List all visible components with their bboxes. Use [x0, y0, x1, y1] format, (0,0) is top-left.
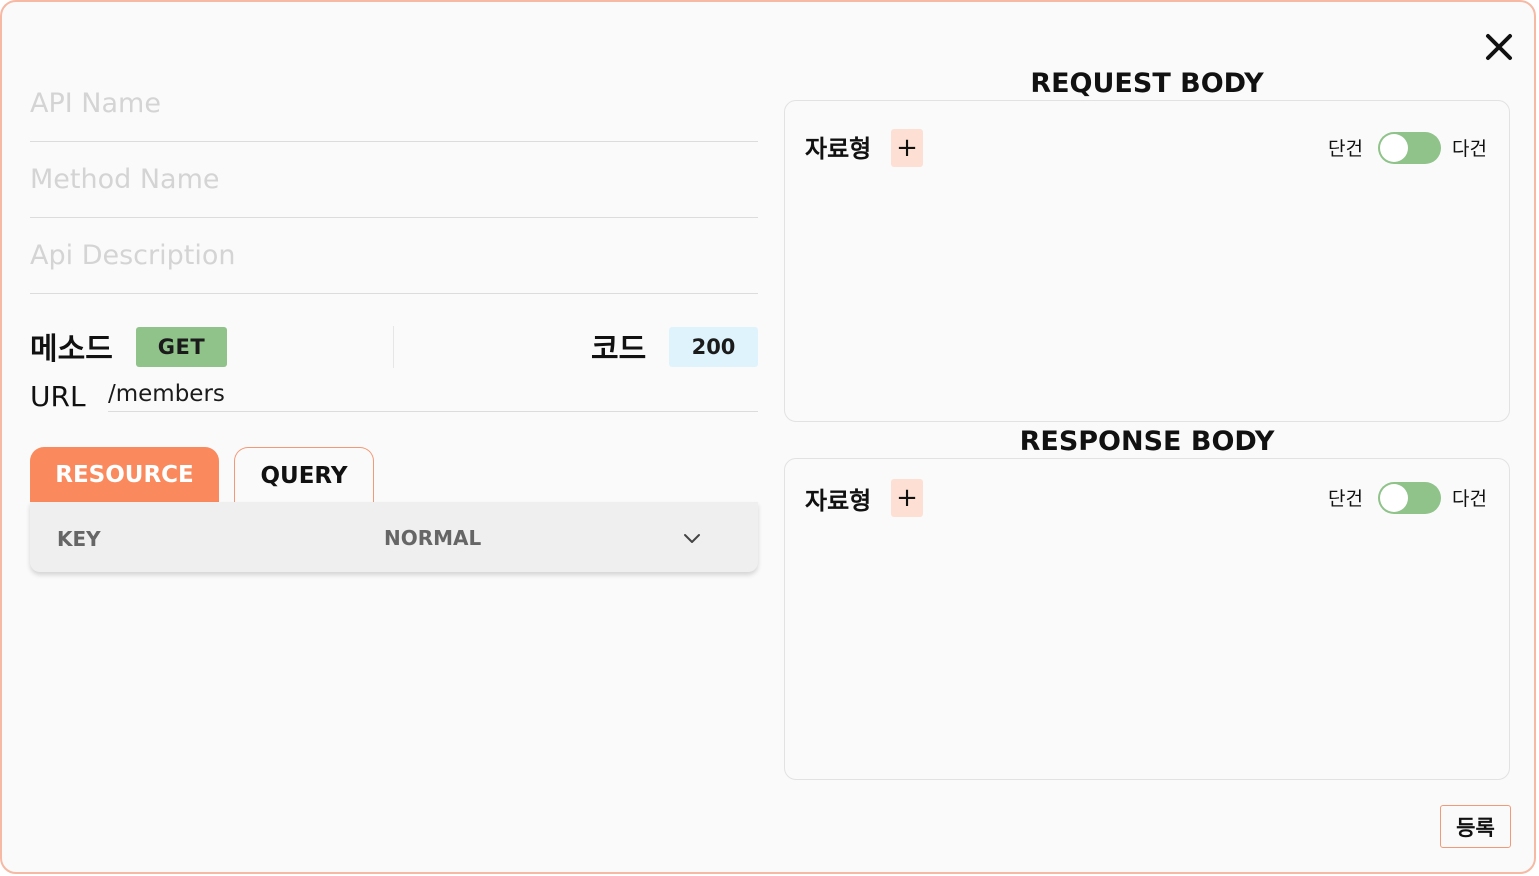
url-field — [108, 378, 758, 412]
submit-button[interactable]: 등록 — [1440, 805, 1511, 848]
toggle-knob — [1380, 134, 1408, 162]
request-toggle-multi-label: 다건 — [1452, 138, 1487, 160]
api-modal: 메소드 GET 코드 200 URL RESOURCE QUERY KEY NO… — [0, 0, 1536, 874]
request-toggle-single-label: 단건 — [1328, 138, 1363, 160]
method-badge[interactable]: GET — [136, 327, 227, 367]
response-body-panel: 자료형 + 단건 다건 — [784, 458, 1510, 780]
tab-resource[interactable]: RESOURCE — [30, 447, 219, 503]
close-button[interactable] — [1482, 30, 1516, 64]
response-toggle-single-label: 단건 — [1328, 488, 1363, 510]
url-label: URL — [30, 380, 86, 413]
toggle-knob — [1380, 484, 1408, 512]
request-body-panel: 자료형 + 단건 다건 — [784, 100, 1510, 422]
method-label: 메소드 — [30, 332, 113, 367]
code-label: 코드 — [591, 332, 647, 367]
divider — [393, 326, 394, 368]
request-multi-toggle[interactable] — [1378, 132, 1441, 164]
tab-query[interactable]: QUERY — [234, 447, 374, 503]
method-name-input[interactable] — [30, 159, 758, 199]
status-code-badge[interactable]: 200 — [669, 327, 758, 367]
response-add-field-button[interactable]: + — [891, 479, 923, 517]
response-body-title: RESPONSE BODY — [1019, 426, 1275, 457]
param-type-select[interactable]: NORMAL — [384, 526, 481, 550]
request-type-label: 자료형 — [805, 135, 872, 163]
method-name-field — [30, 142, 758, 218]
api-description-input[interactable] — [30, 235, 758, 275]
param-key[interactable]: KEY — [57, 527, 101, 551]
response-type-label: 자료형 — [805, 487, 872, 515]
api-description-field — [30, 218, 758, 294]
param-row: KEY NORMAL — [30, 502, 758, 572]
api-name-field — [30, 66, 758, 142]
api-name-input[interactable] — [30, 83, 758, 123]
response-multi-toggle[interactable] — [1378, 482, 1441, 514]
chevron-down-icon[interactable] — [682, 528, 702, 548]
url-input[interactable] — [108, 378, 758, 410]
request-body-title: REQUEST BODY — [1030, 68, 1264, 99]
response-toggle-multi-label: 다건 — [1452, 488, 1487, 510]
close-icon — [1486, 34, 1512, 60]
request-add-field-button[interactable]: + — [891, 129, 923, 167]
